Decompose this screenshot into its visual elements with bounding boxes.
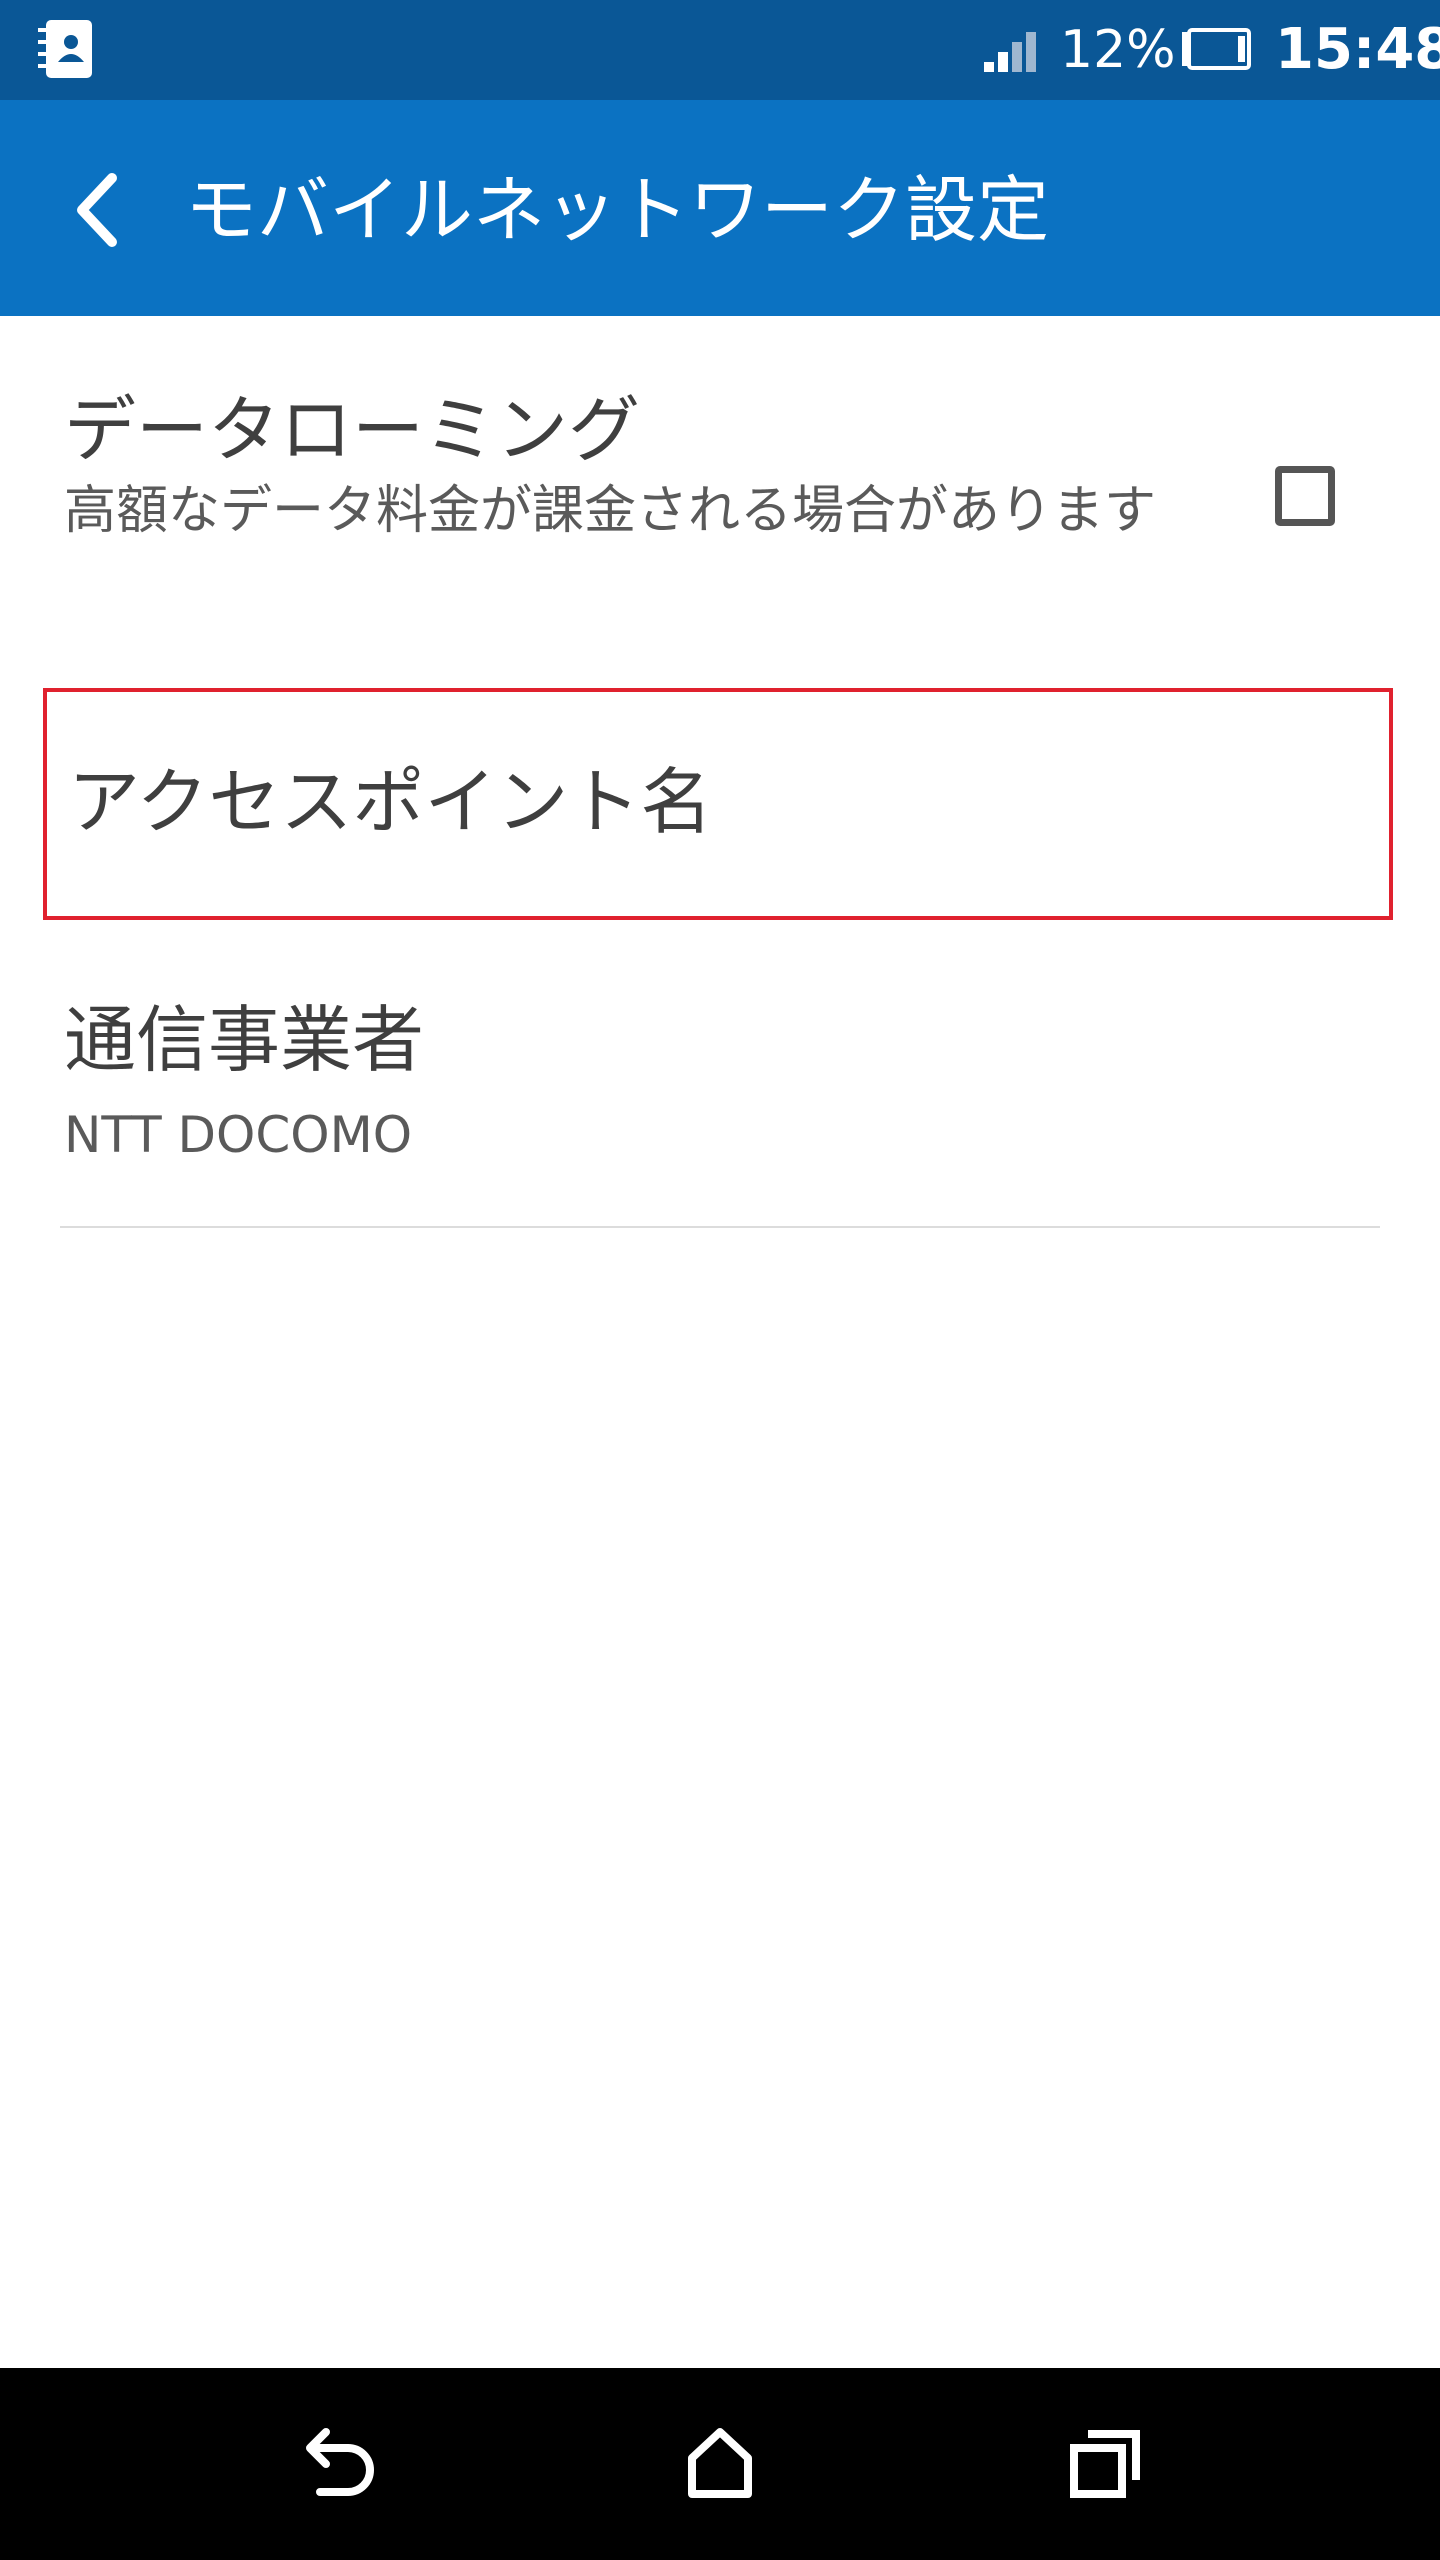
divider bbox=[60, 1226, 1380, 1228]
battery-icon bbox=[1182, 28, 1251, 70]
status-bar: 12% 15:48 bbox=[0, 0, 1440, 100]
data-roaming-checkbox[interactable] bbox=[1275, 466, 1335, 526]
nav-home-button[interactable] bbox=[660, 2404, 780, 2524]
data-roaming-setting[interactable]: データローミング 高額なデータ料金が課金される場合があります bbox=[0, 330, 1440, 660]
back-button[interactable] bbox=[40, 150, 160, 270]
carrier-title: 通信事業者 bbox=[64, 998, 425, 1082]
back-arrow-icon bbox=[77, 173, 117, 247]
page-title: モバイルネットワーク設定 bbox=[185, 168, 1050, 252]
clock: 15:48 bbox=[1275, 17, 1440, 82]
contacts-icon bbox=[38, 20, 92, 78]
access-point-name-setting[interactable]: アクセスポイント名 bbox=[43, 688, 1393, 920]
back-icon bbox=[306, 2428, 374, 2496]
access-point-name-title: アクセスポイント名 bbox=[68, 760, 713, 844]
home-icon bbox=[688, 2428, 752, 2498]
app-bar: モバイルネットワーク設定 bbox=[0, 100, 1440, 316]
data-roaming-summary: 高額なデータ料金が課金される場合があります bbox=[64, 481, 1157, 541]
carrier-setting[interactable]: 通信事業者 NTT DOCOMO bbox=[0, 980, 1440, 1230]
signal-icon bbox=[984, 32, 1036, 72]
nav-back-button[interactable] bbox=[276, 2404, 396, 2524]
navigation-bar bbox=[0, 2368, 1440, 2560]
nav-recent-apps-button[interactable] bbox=[1044, 2404, 1164, 2524]
data-roaming-title: データローミング bbox=[64, 388, 641, 472]
carrier-value: NTT DOCOMO bbox=[64, 1106, 413, 1164]
battery-percentage: 12% bbox=[1060, 20, 1176, 80]
recent-apps-icon bbox=[1070, 2430, 1140, 2498]
